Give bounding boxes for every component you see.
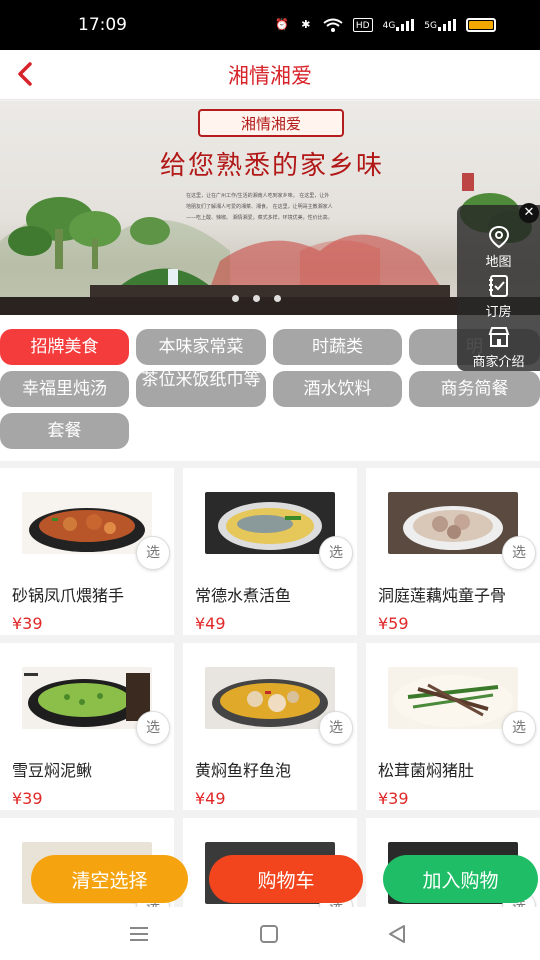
- product-name: 常德水煮活鱼: [195, 586, 292, 605]
- home-icon[interactable]: [256, 921, 282, 947]
- select-button[interactable]: 选: [502, 536, 536, 570]
- dish-image-braised-fish-roe: [205, 667, 335, 729]
- select-button[interactable]: 选: [319, 711, 353, 745]
- pagination-dot[interactable]: [274, 295, 281, 302]
- category-chip-business[interactable]: 商务简餐: [409, 371, 540, 407]
- side-item-label: 地图: [485, 255, 512, 270]
- select-button[interactable]: 选: [502, 711, 536, 745]
- side-item-booking[interactable]: 订房: [457, 273, 540, 320]
- product-card[interactable]: 选 松茸菌焖猪肚 ¥39: [366, 643, 540, 810]
- product-price: ¥39: [12, 614, 43, 633]
- checklist-icon: [488, 275, 508, 297]
- dish-image-claypot-chicken-feet: [22, 492, 152, 554]
- product-price: ¥49: [195, 789, 226, 808]
- pagination-dot[interactable]: [253, 295, 260, 302]
- network-5g-label: 5G: [424, 21, 437, 31]
- dish-image-matsutake-tripe: [388, 667, 518, 729]
- dish-image-boiled-fish: [205, 492, 335, 554]
- category-chip-soup[interactable]: 幸福里炖汤: [0, 371, 129, 407]
- product-card[interactable]: 选 洞庭莲藕炖童子骨 ¥59: [366, 468, 540, 635]
- product-price: ¥39: [378, 789, 409, 808]
- banner-pagination[interactable]: [232, 295, 281, 302]
- status-time: 17:09: [78, 15, 127, 35]
- status-icons: ⏰ ✱ HD 4G 5G: [275, 18, 496, 32]
- page-title: 湘情湘爱: [228, 63, 312, 88]
- dish-image-loach-with-peas: [22, 667, 152, 729]
- system-nav-bar: [0, 907, 540, 960]
- category-chip-tea-rice[interactable]: 茶位米饭纸巾等: [136, 371, 266, 407]
- category-chip-vegetables[interactable]: 时蔬类: [273, 329, 402, 365]
- select-button[interactable]: 选: [319, 536, 353, 570]
- close-icon[interactable]: ✕: [519, 203, 539, 223]
- hd-icon: HD: [352, 18, 373, 32]
- back-triangle-icon[interactable]: [384, 921, 410, 947]
- side-item-store-intro[interactable]: 商家介绍: [457, 325, 540, 370]
- pagination-dot[interactable]: [232, 295, 239, 302]
- title-bar: 湘情湘爱: [0, 50, 540, 100]
- product-name: 洞庭莲藕炖童子骨: [378, 586, 507, 605]
- menu-icon[interactable]: [126, 921, 152, 947]
- bluetooth-icon: ✱: [301, 18, 311, 31]
- store-icon: [488, 327, 509, 347]
- product-name: 雪豆焖泥鳅: [12, 761, 93, 780]
- product-card[interactable]: 选 常德水煮活鱼 ¥49: [183, 468, 357, 635]
- dish-image-lotus-root-soup: [388, 492, 518, 554]
- category-chip-home-style[interactable]: 本味家常菜: [136, 329, 266, 365]
- signal-5g-icon: 5G: [424, 19, 456, 31]
- side-item-label: 订房: [485, 305, 512, 320]
- shopping-cart-button[interactable]: 购物车: [209, 855, 363, 903]
- add-to-cart-button[interactable]: 加入购物: [383, 855, 538, 903]
- select-button[interactable]: 选: [136, 711, 170, 745]
- category-chip-set-meal[interactable]: 套餐: [0, 413, 129, 449]
- signal-4g-icon: 4G: [383, 19, 415, 31]
- network-4g-label: 4G: [382, 21, 396, 31]
- product-price: ¥49: [195, 614, 226, 633]
- product-card[interactable]: 选 雪豆焖泥鳅 ¥39: [0, 643, 174, 810]
- side-item-label: 商家介绍: [472, 355, 525, 370]
- side-item-map[interactable]: 地图: [457, 225, 540, 270]
- product-name: 松茸菌焖猪肚: [378, 761, 475, 780]
- clear-selection-button[interactable]: 清空选择: [31, 855, 188, 903]
- category-chip-signature[interactable]: 招牌美食: [0, 329, 129, 365]
- banner-slogan: 给您熟悉的家乡味: [159, 151, 384, 181]
- product-price: ¥59: [378, 614, 409, 633]
- product-name: 黄焖鱼籽鱼泡: [195, 761, 292, 780]
- product-card[interactable]: 选 砂锅凤爪煨猪手 ¥39: [0, 468, 174, 635]
- alarm-icon: ⏰: [275, 18, 289, 31]
- banner-poem: 在这里，让在广州工作/生活的湘南人吃到家乡味。 在这里，让外地朋友们了解湘人可爱…: [186, 193, 333, 221]
- product-price: ¥39: [12, 789, 43, 808]
- status-bar: 17:09 ⏰ ✱ HD 4G 5G: [0, 0, 540, 50]
- banner-sign: 湘情湘爱: [198, 109, 344, 137]
- back-arrow-icon[interactable]: [10, 58, 42, 90]
- battery-icon: [466, 18, 496, 32]
- floating-side-panel: ✕ 地图 订房 商家介绍: [457, 203, 540, 371]
- select-button[interactable]: 选: [136, 536, 170, 570]
- app-screen: 17:09 ⏰ ✱ HD 4G 5G 湘情湘爱 湘情湘爱 给您熟悉的家乡味 在这…: [0, 0, 540, 960]
- map-pin-icon: [488, 225, 509, 249]
- product-name: 砂锅凤爪煨猪手: [12, 586, 125, 605]
- product-card[interactable]: 选 黄焖鱼籽鱼泡 ¥49: [183, 643, 357, 810]
- wifi-icon: [323, 18, 343, 32]
- category-chip-drinks[interactable]: 酒水饮料: [273, 371, 402, 407]
